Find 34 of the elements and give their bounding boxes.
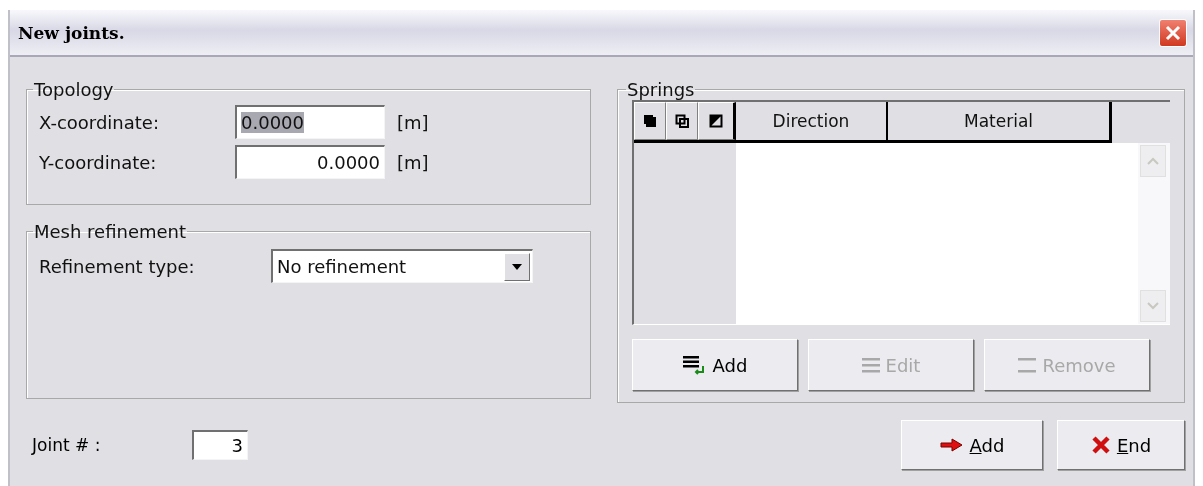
field-label: Refinement type: <box>39 255 196 277</box>
refinement-dropdown[interactable]: No refinement <box>271 249 533 283</box>
column-header[interactable] <box>698 102 736 140</box>
joint-number-field[interactable]: 3 <box>192 430 248 460</box>
close-icon <box>1090 435 1111 455</box>
end-button[interactable]: End <box>1057 420 1185 470</box>
column-header[interactable] <box>634 102 666 140</box>
unit-label: [m] <box>397 111 429 133</box>
outline-squares-icon <box>675 114 689 128</box>
column-header[interactable] <box>666 102 698 140</box>
close-button[interactable] <box>1159 18 1187 47</box>
list-add-icon <box>682 355 707 375</box>
arrow-right-icon <box>939 438 964 452</box>
column-header[interactable]: Material <box>888 102 1112 140</box>
list-remove-icon <box>1018 357 1037 373</box>
field-label: Y-coordinate: <box>39 151 158 173</box>
half-square-icon <box>709 114 723 128</box>
joint-number-label: Joint # : <box>32 435 102 455</box>
input-field[interactable]: 0.0000 <box>235 105 385 139</box>
group-title: Springs <box>626 79 696 100</box>
column-header[interactable]: Direction <box>736 102 888 140</box>
window-title: New joints. <box>18 22 125 43</box>
unit-label: [m] <box>397 151 429 173</box>
group-title: Topology <box>33 79 115 100</box>
chevron-up-icon <box>1147 157 1159 165</box>
field-label: X-coordinate: <box>39 111 160 133</box>
input-field[interactable]: 0.0000 <box>235 145 385 179</box>
add-button[interactable]: Add <box>901 420 1043 470</box>
chevron-down-icon <box>1147 302 1159 310</box>
filled-square-icon <box>643 114 657 128</box>
close-icon <box>1164 23 1182 42</box>
group-title: Mesh refinement <box>33 221 188 242</box>
spring-add-button[interactable]: Add <box>632 339 798 391</box>
list-icon <box>861 357 880 373</box>
